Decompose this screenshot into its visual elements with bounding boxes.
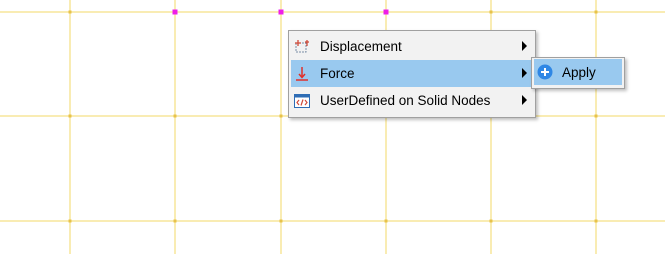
mesh-node — [173, 114, 177, 118]
mesh-node — [489, 219, 493, 223]
force-icon — [293, 65, 311, 83]
mesh-node — [594, 114, 598, 118]
mesh-node — [279, 219, 283, 223]
menu-item-label: Apply — [562, 64, 596, 80]
mesh-node — [68, 114, 72, 118]
menu-item-label: UserDefined on Solid Nodes — [320, 93, 491, 108]
selected-node[interactable] — [172, 9, 178, 15]
mesh-node — [594, 10, 598, 14]
menu-item-displacement[interactable]: Displacement — [291, 33, 533, 60]
menu-item-userdefined-solid-nodes[interactable]: UserDefined on Solid Nodes — [291, 87, 533, 114]
menu-item-label: Force — [320, 66, 355, 81]
submenu-arrow-icon — [522, 68, 527, 78]
mesh-node — [279, 114, 283, 118]
selected-node[interactable] — [383, 9, 389, 15]
force-submenu: Apply — [531, 57, 625, 89]
mesh-node — [384, 219, 388, 223]
mesh-node — [489, 10, 493, 14]
submenu-arrow-icon — [522, 95, 527, 105]
context-menu: Displacement Force UserDefined on Solid … — [288, 30, 536, 118]
submenu-arrow-icon — [522, 41, 527, 51]
menu-item-apply[interactable]: Apply — [534, 59, 622, 85]
mesh-node — [594, 219, 598, 223]
displacement-icon — [293, 38, 311, 56]
menu-item-label: Displacement — [320, 39, 402, 54]
mesh-node — [68, 10, 72, 14]
mesh-node — [68, 219, 72, 223]
menu-item-force[interactable]: Force — [291, 60, 533, 87]
plus-circle-icon — [536, 63, 554, 81]
mesh-node — [173, 219, 177, 223]
selected-node[interactable] — [278, 9, 284, 15]
xml-code-icon — [293, 92, 311, 110]
